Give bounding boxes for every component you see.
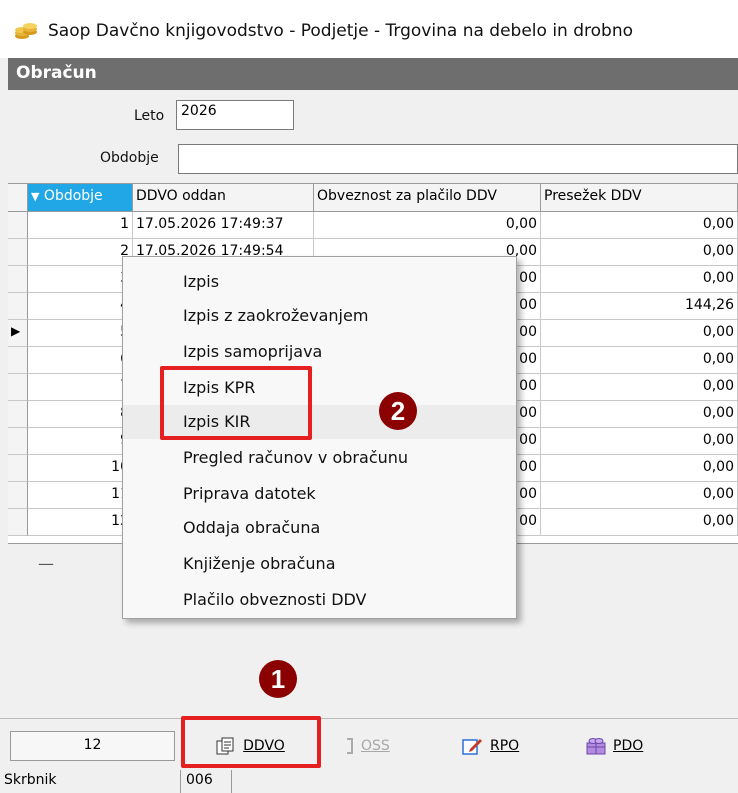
obdobje-input[interactable] — [178, 144, 738, 174]
cell-presezek[interactable]: 0,00 — [541, 428, 738, 455]
obdobje-label: Obdobje — [100, 150, 159, 166]
row-indicator[interactable] — [8, 509, 28, 536]
highlight-ddvo-button — [181, 716, 321, 768]
oss-button[interactable]: OSS — [345, 729, 390, 763]
cell-obdobje[interactable]: 5 — [28, 320, 133, 347]
col-header-obdobje-label: Obdobje — [43, 188, 103, 204]
highlight-kpr-kir — [160, 366, 312, 440]
gift-icon — [586, 738, 606, 755]
cell-presezek[interactable]: 0,00 — [541, 320, 738, 347]
cell-obdobje[interactable]: 6 — [28, 347, 133, 374]
record-count: 12 — [10, 731, 175, 761]
cell-obdobje[interactable]: 10 — [28, 455, 133, 482]
col-header-ddvo-oddan[interactable]: DDVO oddan — [133, 184, 314, 212]
cell-obdobje[interactable]: 1 — [28, 212, 133, 239]
cell-presezek[interactable]: 0,00 — [541, 266, 738, 293]
cell-obdobje[interactable]: 9 — [28, 428, 133, 455]
menu-item: Plačilo obveznosti DDV — [183, 590, 367, 609]
footer-dash: — — [38, 554, 54, 573]
status-bar: Skrbnik 006 — [0, 770, 738, 793]
panel-title: Obračun — [16, 63, 97, 83]
cell-presezek[interactable]: 0,00 — [541, 401, 738, 428]
title-bar: Saop Davčno knjigovodstvo - Podjetje - T… — [0, 0, 738, 58]
menu-item[interactable]: Priprava datotek — [123, 477, 516, 511]
cell-obdobje[interactable]: 4 — [28, 293, 133, 320]
cell-presezek[interactable]: 0,00 — [541, 347, 738, 374]
row-indicator[interactable] — [8, 482, 28, 509]
cell-presezek[interactable]: 0,00 — [541, 374, 738, 401]
status-label: Skrbnik — [4, 772, 57, 788]
row-indicator[interactable]: ▶ — [8, 320, 28, 347]
coins-stack-icon — [15, 23, 37, 39]
leto-label: Leto — [134, 108, 165, 124]
row-indicator[interactable] — [8, 212, 28, 239]
leto-input[interactable]: 2026 — [176, 100, 294, 130]
row-indicator[interactable] — [8, 401, 28, 428]
grid-corner — [8, 184, 28, 212]
cell-obdobje[interactable]: 8 — [28, 401, 133, 428]
status-value: 006 — [180, 770, 232, 793]
sort-desc-icon: ▼ — [31, 190, 40, 203]
cell-obdobje[interactable]: 3 — [28, 266, 133, 293]
step-badge-1: 1 — [259, 660, 297, 698]
cell-presezek[interactable]: 0,00 — [541, 482, 738, 509]
col-header-presezek[interactable]: Presežek DDV — [541, 184, 738, 212]
cell-presezek[interactable]: 0,00 — [541, 509, 738, 536]
rpo-button[interactable]: RPO — [462, 729, 519, 763]
step-badge-2: 2 — [379, 392, 417, 430]
bracket-icon — [347, 738, 353, 754]
cell-obveznost[interactable]: 0,00 — [314, 212, 541, 239]
pdo-button[interactable]: PDO — [585, 729, 643, 763]
cell-obdobje[interactable]: 11 — [28, 482, 133, 509]
menu-item: Izpis samoprijava — [183, 342, 323, 361]
row-indicator[interactable] — [8, 455, 28, 482]
cell-presezek[interactable]: 0,00 — [541, 212, 738, 239]
edit-icon — [462, 739, 482, 755]
menu-item: Knjiženje obračuna — [183, 554, 336, 573]
col-header-obdobje[interactable]: ▼ Obdobje — [28, 184, 133, 212]
menu-item[interactable]: Izpis — [123, 265, 516, 299]
window-title: Saop Davčno knjigovodstvo - Podjetje - T… — [48, 21, 633, 41]
menu-item[interactable]: Pregled računov v obračunu — [123, 441, 516, 475]
row-indicator[interactable] — [8, 239, 28, 266]
row-indicator[interactable] — [8, 428, 28, 455]
cell-obdobje[interactable]: 7 — [28, 374, 133, 401]
cell-ddvo-oddan[interactable]: 17.05.2026 17:49:37 — [133, 212, 314, 239]
cell-obdobje[interactable]: 2 — [28, 239, 133, 266]
bottom-toolbar: 12 DDVO OSS RPO PDO — [0, 718, 738, 769]
row-indicator[interactable] — [8, 293, 28, 320]
rpo-button-label: RPO — [490, 738, 520, 754]
panel-header: Obračun — [8, 58, 738, 90]
row-indicator[interactable] — [8, 266, 28, 293]
menu-item[interactable]: Izpis z zaokroževanjem — [123, 299, 516, 333]
cell-presezek[interactable]: 0,00 — [541, 455, 738, 482]
current-row-marker-icon: ▶ — [11, 324, 21, 338]
cell-presezek[interactable]: 0,00 — [541, 239, 738, 266]
row-indicator[interactable] — [8, 347, 28, 374]
pdo-button-label: PDO — [613, 738, 644, 754]
menu-item[interactable]: Oddaja obračuna — [123, 511, 516, 545]
cell-obdobje[interactable]: 12 — [28, 509, 133, 536]
cell-presezek[interactable]: 144,26 — [541, 293, 738, 320]
col-header-obveznost[interactable]: Obveznost za plačilo DDV — [314, 184, 541, 212]
row-indicator[interactable] — [8, 374, 28, 401]
oss-button-label: OSS — [361, 738, 390, 754]
